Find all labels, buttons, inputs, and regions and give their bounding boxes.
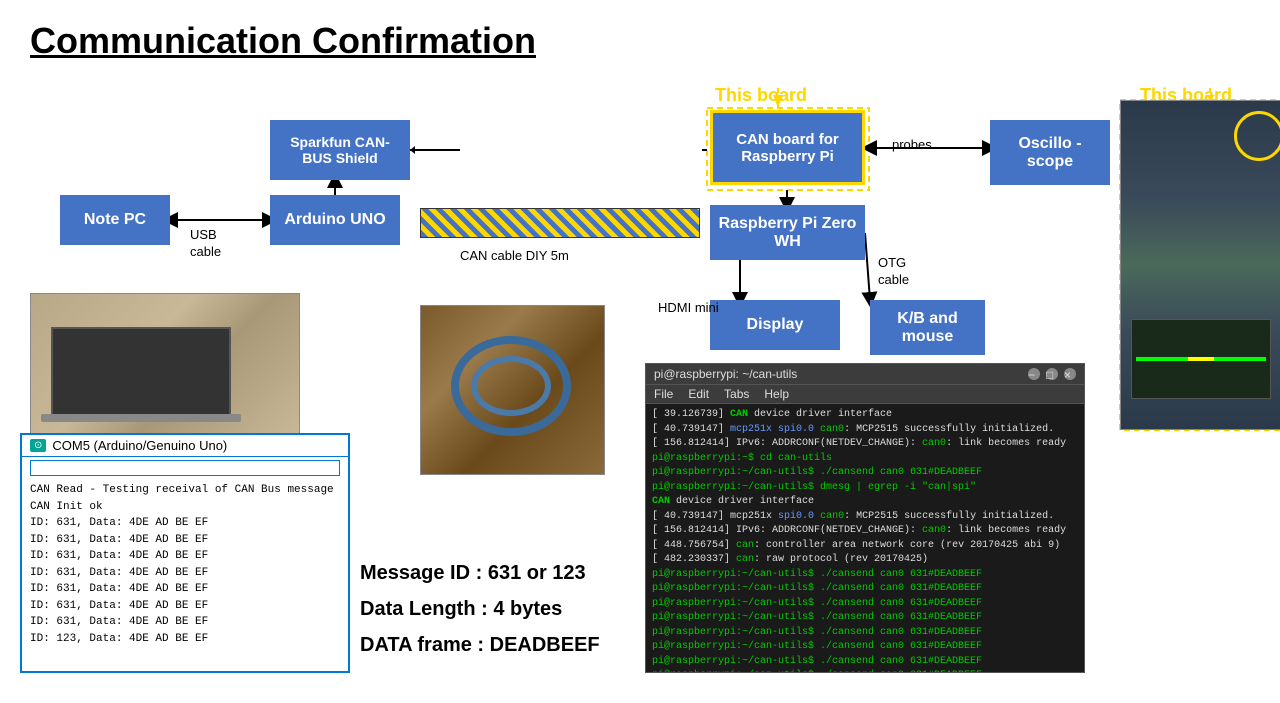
arduino-box: Arduino UNO xyxy=(270,195,400,245)
laptop-photo xyxy=(30,293,300,438)
oscilloscope-photo xyxy=(1120,100,1280,430)
kb-box: K/B and mouse xyxy=(870,300,985,355)
message-data: DATA frame : DEADBEEF xyxy=(360,627,600,663)
canboard-box: CAN board for Raspberry Pi xyxy=(710,110,865,185)
can-cable xyxy=(420,208,700,238)
pi-content: [ 39.126739] CAN device driver interface… xyxy=(646,404,1084,672)
rpi-box: Raspberry Pi Zero WH xyxy=(710,205,865,260)
this-board-label-left: This board xyxy=(715,85,807,106)
pi-close-btn[interactable]: × xyxy=(1064,368,1076,380)
can-cable-label: CAN cable DIY 5m xyxy=(460,248,569,263)
display-box: Display xyxy=(710,300,840,350)
pi-menu-edit[interactable]: Edit xyxy=(688,387,709,401)
hdmi-label: HDMI mini xyxy=(658,300,719,315)
pi-menubar: File Edit Tabs Help xyxy=(646,384,1084,404)
com5-terminal: ⊙ COM5 (Arduino/Genuino Uno) CAN Read - … xyxy=(20,433,350,673)
oscillo-box: Oscillo - scope xyxy=(990,120,1110,185)
otg-label: OTGcable xyxy=(878,255,909,289)
pi-minimize-btn[interactable]: − xyxy=(1028,368,1040,380)
message-id: Message ID : 631 or 123 xyxy=(360,555,600,591)
pi-menu-file[interactable]: File xyxy=(654,387,673,401)
probes-label: probes xyxy=(892,137,932,152)
message-info: Message ID : 631 or 123 Data Length : 4 … xyxy=(360,555,600,663)
com-icon: ⊙ xyxy=(30,439,46,452)
page: Communication Confirmation This board Th… xyxy=(0,0,1280,703)
sparkfun-box: Sparkfun CAN-BUS Shield xyxy=(270,120,410,180)
pi-titlebar-buttons: − □ × xyxy=(1028,368,1076,380)
message-length: Data Length : 4 bytes xyxy=(360,591,600,627)
com5-titlebar: ⊙ COM5 (Arduino/Genuino Uno) xyxy=(22,435,348,457)
pi-terminal: pi@raspberrypi: ~/can-utils − □ × File E… xyxy=(645,363,1085,673)
com5-input[interactable] xyxy=(30,460,340,476)
pi-titlebar: pi@raspberrypi: ~/can-utils − □ × xyxy=(646,364,1084,384)
page-title: Communication Confirmation xyxy=(30,20,1250,62)
pi-menu-help[interactable]: Help xyxy=(764,387,789,401)
notepc-box: Note PC xyxy=(60,195,170,245)
can-cable-photo xyxy=(420,305,605,475)
pi-maximize-btn[interactable]: □ xyxy=(1046,368,1058,380)
usb-cable-label: USBcable xyxy=(190,227,221,261)
com5-content: CAN Read - Testing receival of CAN Bus m… xyxy=(22,478,348,651)
pi-menu-tabs[interactable]: Tabs xyxy=(724,387,749,401)
